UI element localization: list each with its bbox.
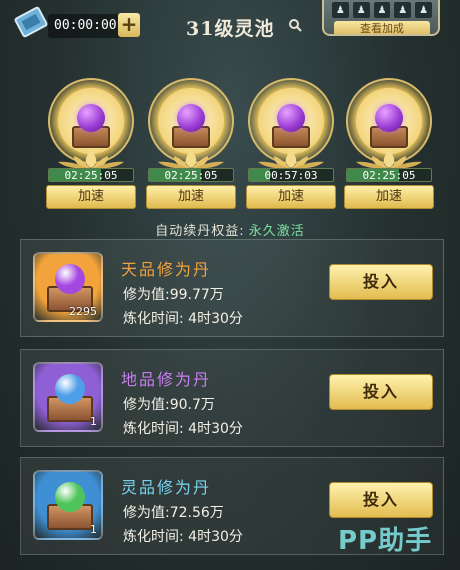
view-bonus-label: 查看加成 — [334, 21, 430, 34]
figure-icon: ♟ — [332, 2, 349, 18]
speed-up-button[interactable]: 加速 — [46, 185, 136, 209]
lotus-icon — [158, 150, 224, 169]
figure-icon: ♟ — [373, 2, 391, 18]
watermark-logo: PP助手 — [338, 526, 433, 556]
speed-up-button[interactable]: 加速 — [344, 185, 434, 209]
timer-display: 00:00:00 — [48, 14, 122, 38]
add-time-button[interactable]: + — [118, 13, 140, 37]
purple-pill-icon — [375, 104, 403, 132]
pill-name: 地品修为丹 — [121, 370, 212, 389]
put-in-button[interactable]: 投入 — [329, 264, 433, 300]
slot-timer-bar: 00:57:03 — [248, 168, 334, 182]
auto-renew-status: 自动续丹权益: 永久激活 — [0, 220, 460, 239]
figure-icon: ♟ — [352, 2, 370, 18]
speed-up-button[interactable]: 加速 — [146, 185, 236, 209]
lotus-icon — [258, 150, 324, 169]
pill-thumbnail[interactable]: 1 — [33, 470, 103, 540]
pill-orb-icon — [55, 264, 85, 294]
figure-icon: ♟ — [415, 2, 432, 18]
pill-name: 灵品修为丹 — [121, 478, 212, 497]
pill-thumbnail[interactable]: 2295 — [33, 252, 103, 322]
slot-timer-text: 02:25:05 — [164, 169, 218, 182]
search-icon[interactable] — [288, 18, 302, 32]
slot-timer-text: 02:25:05 — [64, 169, 118, 182]
pill-cultivation-value: 修为值:99.77万 — [123, 287, 224, 303]
pill-cultivation-value: 修为值:90.7万 — [123, 397, 215, 413]
auto-renew-label: 自动续丹权益: — [155, 224, 245, 239]
ticket-icon — [14, 6, 48, 38]
furnace-slot[interactable]: 02:25:05 加速 — [144, 78, 240, 216]
furnace-slot[interactable]: 00:57:03 加速 — [244, 78, 340, 216]
furnace-slot[interactable]: 02:25:05 加速 — [44, 78, 140, 216]
slot-timer-bar: 02:25:05 — [346, 168, 432, 182]
pill-count: 2295 — [69, 305, 97, 318]
lotus-icon — [58, 150, 124, 169]
bonus-icons: ♟ ♟ ♟ ♟ ♟ — [324, 0, 438, 18]
purple-pill-icon — [277, 104, 305, 132]
furnace-slot[interactable]: 02:25:05 加速 — [342, 78, 438, 216]
put-in-button[interactable]: 投入 — [329, 374, 433, 410]
page-title: 31级灵池 — [186, 18, 275, 40]
slot-timer-bar: 02:25:05 — [148, 168, 234, 182]
slot-timer-bar: 02:25:05 — [48, 168, 134, 182]
pill-count: 1 — [90, 523, 97, 536]
pill-thumbnail[interactable]: 1 — [33, 362, 103, 432]
pill-refine-time: 炼化时间: 4时30分 — [123, 311, 243, 327]
top-bar: 00:00:00 + 31级灵池 ♟ ♟ ♟ ♟ ♟ 查看加成 — [0, 0, 460, 50]
pill-name: 天品修为丹 — [121, 260, 212, 279]
pill-refine-time: 炼化时间: 4时30分 — [123, 529, 243, 545]
put-in-button[interactable]: 投入 — [329, 482, 433, 518]
auto-renew-value: 永久激活 — [248, 224, 305, 239]
pill-count: 1 — [90, 415, 97, 428]
slot-timer-text: 00:57:03 — [264, 169, 318, 182]
pill-orb-icon — [55, 374, 85, 404]
purple-pill-icon — [77, 104, 105, 132]
figure-icon: ♟ — [394, 2, 412, 18]
pill-card: 2295 天品修为丹 修为值:99.77万 炼化时间: 4时30分 投入 — [20, 239, 444, 337]
view-bonus-button[interactable]: ♟ ♟ ♟ ♟ ♟ 查看加成 — [322, 0, 440, 36]
speed-up-button[interactable]: 加速 — [246, 185, 336, 209]
pill-card: 1 地品修为丹 修为值:90.7万 炼化时间: 4时30分 投入 — [20, 349, 444, 447]
pill-cultivation-value: 修为值:72.56万 — [123, 505, 224, 521]
slot-timer-text: 02:25:05 — [362, 169, 416, 182]
pill-orb-icon — [55, 482, 85, 512]
lotus-icon — [356, 150, 422, 169]
pill-refine-time: 炼化时间: 4时30分 — [123, 421, 243, 437]
purple-pill-icon — [177, 104, 205, 132]
